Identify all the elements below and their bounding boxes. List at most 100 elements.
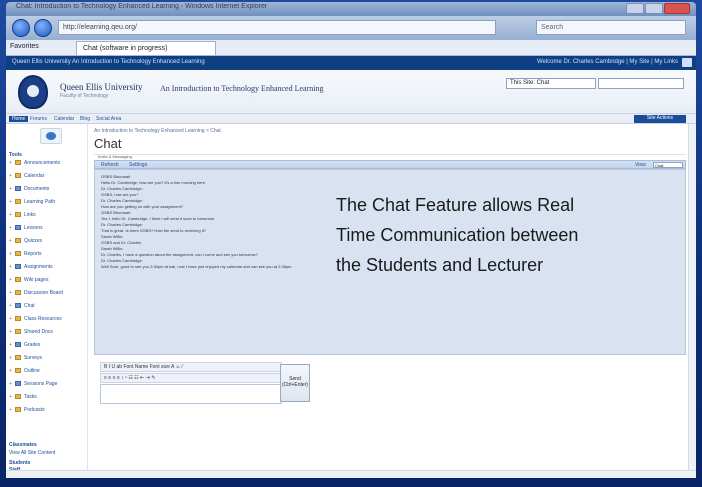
sidebar-item[interactable]: + Assignments: [9, 264, 85, 272]
favorites-button[interactable]: Favorites: [10, 43, 39, 50]
expand-icon[interactable]: +: [9, 238, 14, 244]
folder-icon: [15, 407, 21, 413]
sidebar-item-label: Tasks: [24, 394, 37, 400]
expand-icon[interactable]: +: [9, 303, 14, 309]
page-title: Chat: [94, 136, 122, 151]
menu-calendar[interactable]: Calendar: [54, 116, 74, 122]
sidebar-item-label: Announcements: [24, 160, 61, 166]
sidebar-item[interactable]: + Calendar: [9, 173, 85, 181]
university-name: Queen Ellis University: [60, 82, 143, 92]
site-header: Queen Ellis University Faculty of Techno…: [6, 70, 696, 114]
chat-composer: B I U ab Font Name Font size A ☺ ⁄ ≡ ≡ ≡…: [94, 356, 686, 452]
expand-icon[interactable]: +: [9, 212, 14, 218]
search-input[interactable]: Search: [536, 20, 686, 35]
invite-hint[interactable]: Invite & Messaging: [98, 154, 132, 159]
sidebar-item[interactable]: + Reports: [9, 251, 85, 259]
menu-social[interactable]: Social Area: [96, 116, 121, 122]
expand-icon[interactable]: +: [9, 225, 14, 231]
sidebar-item[interactable]: + Grades: [9, 342, 85, 350]
sidebar-item[interactable]: + Announcements: [9, 160, 85, 168]
folder-icon: [15, 264, 21, 270]
site-top-right[interactable]: Welcome Dr. Charles Cambridge | My Site …: [537, 59, 678, 65]
search-scope-select[interactable]: This Site: Chat: [506, 78, 596, 89]
sidebar-item[interactable]: + Surveys: [9, 355, 85, 363]
back-button[interactable]: [12, 19, 30, 37]
expand-icon[interactable]: +: [9, 407, 14, 413]
expand-icon[interactable]: +: [9, 264, 14, 270]
sidebar-item[interactable]: + Lessons: [9, 225, 85, 233]
forward-button[interactable]: [34, 19, 52, 37]
sidebar-item-label: Grades: [24, 342, 41, 348]
expand-icon[interactable]: +: [9, 251, 14, 257]
sidebar-item[interactable]: + Links: [9, 212, 85, 220]
sidebar-item[interactable]: + Learning Path: [9, 199, 85, 207]
menu-forums[interactable]: Forums: [30, 116, 47, 122]
expand-icon[interactable]: +: [9, 160, 14, 166]
expand-icon[interactable]: +: [9, 381, 14, 387]
sidebar-item-label: Reports: [24, 251, 42, 257]
close-button[interactable]: [664, 3, 690, 14]
sidebar-item-label: Surveys: [24, 355, 43, 361]
left-navigation: Tools + Announcements + Calendar + Documents +…: [6, 124, 88, 478]
expand-icon[interactable]: +: [9, 368, 14, 374]
folder-icon: [15, 212, 21, 218]
expand-icon[interactable]: +: [9, 199, 14, 205]
refresh-button[interactable]: Refresh: [101, 162, 119, 168]
expand-icon[interactable]: +: [9, 355, 14, 361]
sidebar-item-label: Calendar: [24, 173, 45, 179]
expand-icon[interactable]: +: [9, 173, 14, 179]
sidebar-item[interactable]: + Chat: [9, 303, 85, 311]
folder-icon: [15, 355, 21, 361]
site-actions-button[interactable]: Site Actions: [634, 115, 686, 123]
caption-overlay: The Chat Feature allows Real Time Commun…: [336, 190, 654, 280]
folder-icon: [15, 225, 21, 231]
sidebar-item[interactable]: + Documents: [9, 186, 85, 194]
message-input[interactable]: [100, 384, 282, 404]
minimize-button[interactable]: [626, 3, 644, 14]
menu-home[interactable]: Home: [9, 116, 29, 122]
screenshot-frame: Chat: Introduction to Technology Enhance…: [0, 0, 702, 487]
folder-icon: [15, 251, 21, 257]
help-icon[interactable]: [682, 58, 692, 67]
nav-view-all[interactable]: View All Site Content: [9, 450, 85, 458]
vertical-scrollbar[interactable]: [688, 124, 696, 478]
sidebar-item[interactable]: + Podcasts: [9, 407, 85, 415]
nav-heading-classmates[interactable]: Classmates: [9, 442, 37, 448]
address-input[interactable]: http://elearning.qeu.org/: [58, 20, 496, 35]
paragraph-toolbar[interactable]: ≡ ≡ ≡ ≡ ↕ ⁿ ☷ ☷ ⇤ ⇥ ✎: [100, 373, 282, 383]
sidebar-item[interactable]: + Discussion Board: [9, 290, 85, 298]
expand-icon[interactable]: +: [9, 342, 14, 348]
maximize-button[interactable]: [645, 3, 663, 14]
send-button[interactable]: Send (Ctrl+Enter): [280, 364, 310, 402]
menu-blog[interactable]: Blog: [80, 116, 90, 122]
site-search-input[interactable]: [598, 78, 684, 89]
expand-icon[interactable]: +: [9, 394, 14, 400]
expand-icon[interactable]: +: [9, 290, 14, 296]
sidebar-item[interactable]: + Tasks: [9, 394, 85, 402]
formatting-toolbar[interactable]: B I U ab Font Name Font size A ☺ ⁄: [100, 362, 282, 372]
expand-icon[interactable]: +: [9, 316, 14, 322]
horizontal-scrollbar[interactable]: [6, 470, 696, 478]
breadcrumb[interactable]: An Introduction to Technology Enhanced L…: [94, 128, 221, 134]
expand-icon[interactable]: +: [9, 329, 14, 335]
view-select[interactable]: Chat: [653, 162, 683, 168]
expand-icon[interactable]: +: [9, 186, 14, 192]
browser-tab[interactable]: Chat (software in progress): [76, 41, 216, 55]
sidebar-item[interactable]: + Quizzes: [9, 238, 85, 246]
sidebar-item[interactable]: + Outline: [9, 368, 85, 376]
site-top-left[interactable]: Queen Ellis University An Introduction t…: [12, 59, 205, 65]
expand-icon[interactable]: +: [9, 277, 14, 283]
sidebar-item[interactable]: + Wiki pages: [9, 277, 85, 285]
site-top-strip: Queen Ellis University An Introduction t…: [6, 56, 696, 70]
sidebar-item[interactable]: + Shared Docs: [9, 329, 85, 337]
sidebar-item[interactable]: + Sessions Page: [9, 381, 85, 389]
window-titlebar: Chat: Introduction to Technology Enhance…: [6, 2, 696, 16]
sidebar-item-label: Outline: [24, 368, 40, 374]
settings-button[interactable]: Settings: [129, 162, 147, 168]
nav-people-students[interactable]: Students: [9, 460, 30, 466]
folder-icon: [15, 238, 21, 244]
sidebar-item[interactable]: + Class Resources: [9, 316, 85, 324]
sidebar-item-label: Shared Docs: [24, 329, 53, 335]
sidebar-item-label: Links: [24, 212, 36, 218]
folder-icon: [15, 290, 21, 296]
